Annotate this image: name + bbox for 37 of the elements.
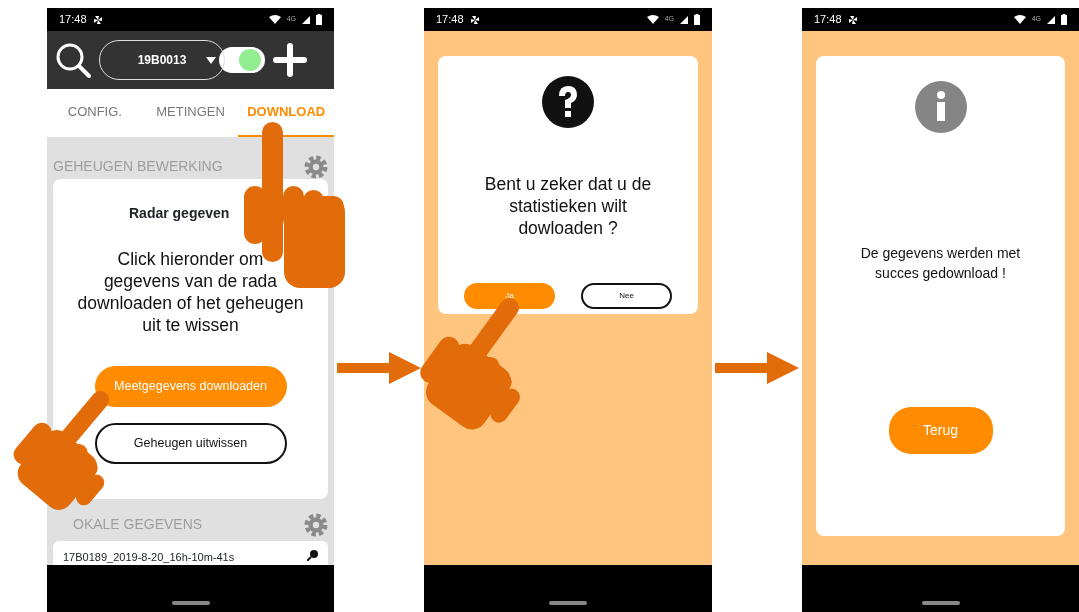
file-row[interactable]: 17B0189_2019-8-20_16h-10m-41s xyxy=(53,541,328,565)
right-arrow-icon xyxy=(715,352,799,384)
file-name: 17B0189_2019-8-20_16h-10m-41s xyxy=(63,550,235,563)
dialog-message: Bent u zeker dat u de statistieken wilt dowloaden ? xyxy=(483,173,653,239)
search-icon[interactable] xyxy=(55,42,91,78)
clock-time: 17:48 xyxy=(814,12,842,28)
signal-icon xyxy=(1047,15,1055,24)
section-title: OKALE GEGEVENS xyxy=(73,515,203,534)
battery-icon xyxy=(1061,14,1067,25)
wifi-icon xyxy=(268,15,281,24)
wifi-icon xyxy=(1013,15,1026,24)
home-indicator[interactable] xyxy=(171,601,210,605)
caret-icon xyxy=(206,57,216,64)
fan-icon xyxy=(92,14,103,25)
signal-icon xyxy=(680,15,688,24)
clock-time: 17:48 xyxy=(59,12,87,28)
signal-icon xyxy=(302,15,310,24)
section-title: GEHEUGEN BEWERKING xyxy=(53,157,223,176)
card-title: Radar gegeven xyxy=(129,204,230,223)
toggle-switch[interactable] xyxy=(219,45,265,75)
cancel-button[interactable]: Nee xyxy=(581,283,672,309)
question-icon xyxy=(542,76,594,128)
fan-icon xyxy=(847,14,858,25)
dialog-message: De gegevens werden met succes gedownload ! xyxy=(859,244,1022,283)
home-indicator[interactable] xyxy=(549,601,587,605)
fan-icon xyxy=(469,14,480,25)
card-message: Click hieronder om gegevens van de rada downloaden of het geheugen uit te wissen xyxy=(76,248,305,336)
wifi-icon xyxy=(646,15,659,24)
settings-icon[interactable] xyxy=(304,513,328,537)
right-arrow-icon xyxy=(337,352,421,384)
clock-time: 17:48 xyxy=(436,12,464,28)
battery-icon xyxy=(316,14,322,25)
home-indicator[interactable] xyxy=(921,601,960,605)
battery-icon xyxy=(694,14,700,25)
clear-memory-button[interactable]: Geheugen uitwissen xyxy=(94,423,287,464)
info-icon xyxy=(914,81,967,133)
add-icon[interactable] xyxy=(273,43,307,77)
